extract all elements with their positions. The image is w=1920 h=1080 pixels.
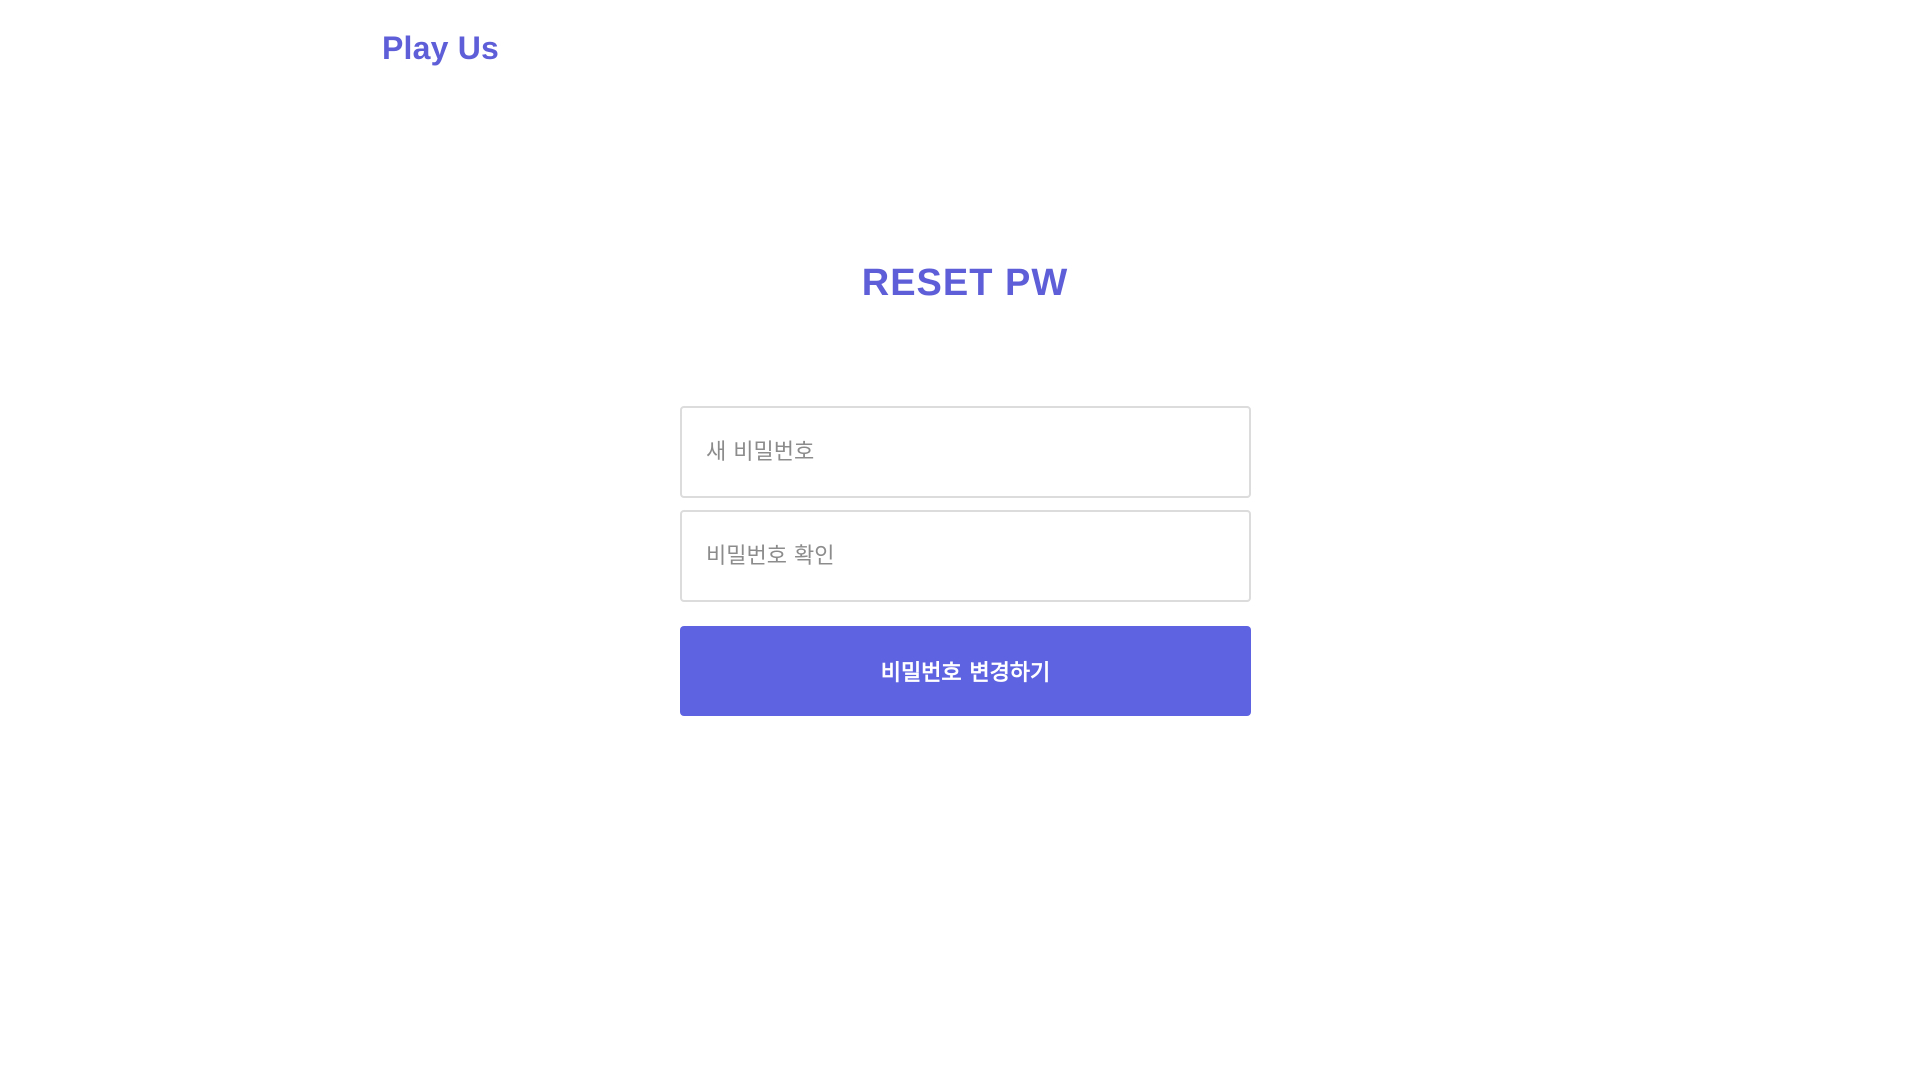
new-password-input[interactable]: [680, 406, 1251, 498]
logo-link[interactable]: Play Us: [382, 30, 499, 67]
reset-password-page: Play Us RESET PW 비밀번호 변경하기: [0, 0, 1920, 1080]
page-title: RESET PW: [861, 262, 1069, 304]
reset-password-form: 비밀번호 변경하기: [680, 406, 1251, 716]
change-password-button[interactable]: 비밀번호 변경하기: [680, 626, 1251, 716]
confirm-password-input[interactable]: [680, 510, 1251, 602]
